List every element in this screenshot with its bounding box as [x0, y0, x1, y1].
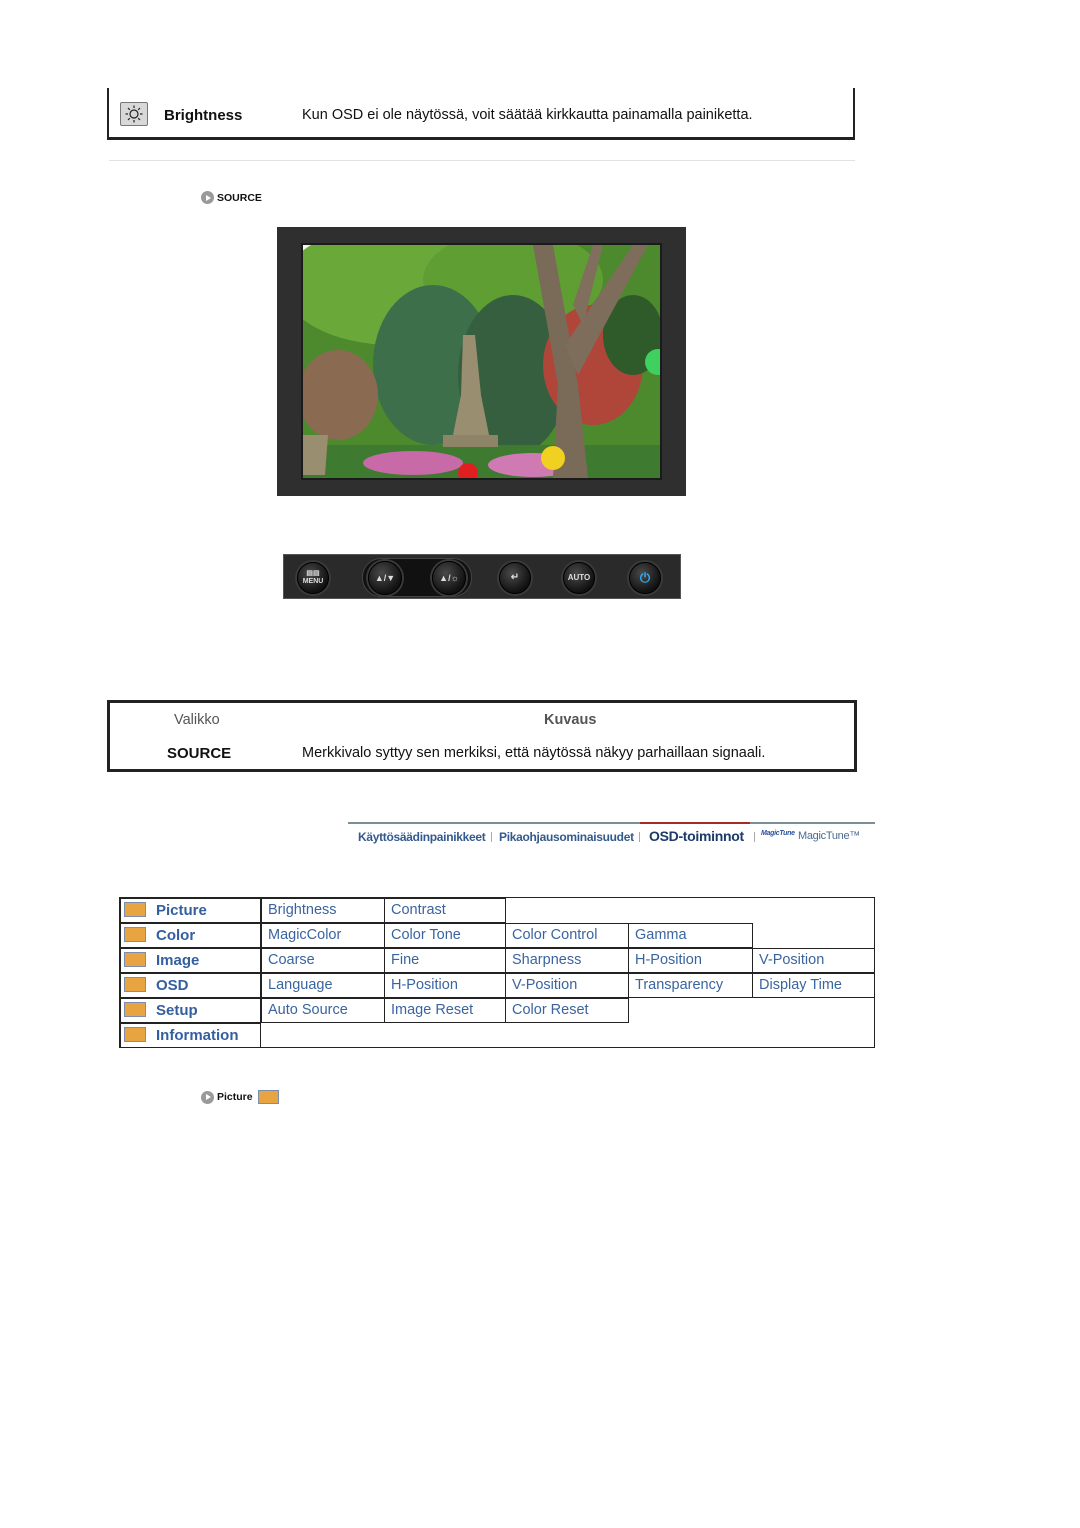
brightness-label: Brightness [164, 107, 243, 124]
color-icon [124, 927, 146, 942]
monitor-screen-image [301, 243, 662, 480]
source-link[interactable]: SOURCE [201, 191, 262, 204]
picture-link[interactable]: Picture [201, 1090, 279, 1104]
magictune-logo-icon: MagicTune [761, 830, 795, 837]
picture-icon [257, 1090, 279, 1104]
row-description: Merkkivalo syttyy sen merkiksi, että näy… [302, 745, 766, 761]
control-panel: ▤▤ MENU ▲/▼ ▲/☼ ↵ AUTO ⏻ [283, 554, 681, 599]
osd-item-coarse[interactable]: Coarse [261, 948, 385, 973]
auto-button[interactable]: AUTO [563, 562, 595, 594]
menu-button[interactable]: ▤▤ MENU [297, 562, 329, 594]
osd-item-magiccolor[interactable]: MagicColor [261, 923, 385, 948]
picture-icon [124, 902, 146, 917]
osd-item-color-control[interactable]: Color Control [505, 923, 629, 948]
osd-item-language[interactable]: Language [261, 973, 385, 998]
nav-tab-osd-toiminnot[interactable]: OSD-toiminnot [649, 828, 744, 844]
image-icon [124, 952, 146, 967]
nav-tab-magictune[interactable]: MagicTune™ [798, 830, 860, 842]
nav-line [750, 822, 875, 824]
osd-item-contrast[interactable]: Contrast [384, 898, 506, 923]
setup-icon [124, 1002, 146, 1017]
osd-category-picture[interactable]: Picture [120, 898, 261, 923]
osd-item-osd-h-position[interactable]: H-Position [384, 973, 506, 998]
nav-tab-pikaohjausominaisuudet[interactable]: Pikaohjausominaisuudet [499, 830, 634, 844]
enter-source-button[interactable]: ↵ [499, 562, 531, 594]
row-menu: SOURCE [167, 745, 232, 762]
osd-item-transparency[interactable]: Transparency [628, 973, 753, 998]
osd-icon [124, 977, 146, 992]
menu-icon: ▤▤ [306, 570, 320, 577]
power-icon: ⏻ [639, 570, 651, 585]
osd-item-display-time[interactable]: Display Time [752, 973, 875, 998]
nav-active-line [640, 822, 750, 824]
nav-line [348, 822, 640, 824]
enter-icon: ↵ [510, 572, 520, 583]
power-button[interactable]: ⏻ [629, 562, 661, 594]
nav-tab-kayttosaadinpainikkeet[interactable]: Käyttösäädinpainikkeet [358, 830, 486, 844]
osd-item-fine[interactable]: Fine [384, 948, 506, 973]
magicbright-down-icon: ▲/▼ [374, 573, 396, 583]
osd-item-color-tone[interactable]: Color Tone [384, 923, 506, 948]
osd-item-sharpness[interactable]: Sharpness [505, 948, 629, 973]
up-brightness-icon: ▲/☼ [439, 573, 459, 583]
circle-arrow-icon [201, 1090, 214, 1104]
osd-category-osd[interactable]: OSD [120, 973, 261, 998]
circle-arrow-icon [201, 191, 214, 204]
section-nav: Käyttösäädinpainikkeet Pikaohjausominais… [348, 822, 875, 852]
header-menu: Valikko [174, 712, 220, 728]
osd-item-image-h-position[interactable]: H-Position [628, 948, 753, 973]
osd-category-setup[interactable]: Setup [120, 998, 261, 1023]
picture-link-label: Picture [217, 1091, 253, 1103]
nav-separator [754, 832, 755, 842]
osd-item-gamma[interactable]: Gamma [628, 923, 753, 948]
source-link-label: SOURCE [217, 191, 262, 204]
information-icon [124, 1027, 146, 1042]
brightness-description: Kun OSD ei ole näytössä, voit säätää kir… [302, 107, 753, 123]
up-brightness-button[interactable]: ▲/☼ [432, 561, 466, 595]
osd-category-image[interactable]: Image [120, 948, 261, 973]
brightness-sun-icon [120, 102, 148, 126]
osd-item-osd-v-position[interactable]: V-Position [505, 973, 629, 998]
osd-category-color[interactable]: Color [120, 923, 261, 948]
header-description: Kuvaus [544, 712, 597, 728]
nav-separator [491, 832, 492, 842]
osd-item-image-v-position[interactable]: V-Position [752, 948, 875, 973]
magicbright-down-button[interactable]: ▲/▼ [368, 561, 402, 595]
osd-item-image-reset[interactable]: Image Reset [384, 998, 506, 1023]
osd-item-auto-source[interactable]: Auto Source [261, 998, 385, 1023]
osd-item-brightness[interactable]: Brightness [261, 898, 385, 923]
osd-item-color-reset[interactable]: Color Reset [505, 998, 629, 1023]
osd-category-information[interactable]: Information [120, 1023, 261, 1048]
divider [109, 160, 855, 161]
nav-separator [639, 832, 640, 842]
